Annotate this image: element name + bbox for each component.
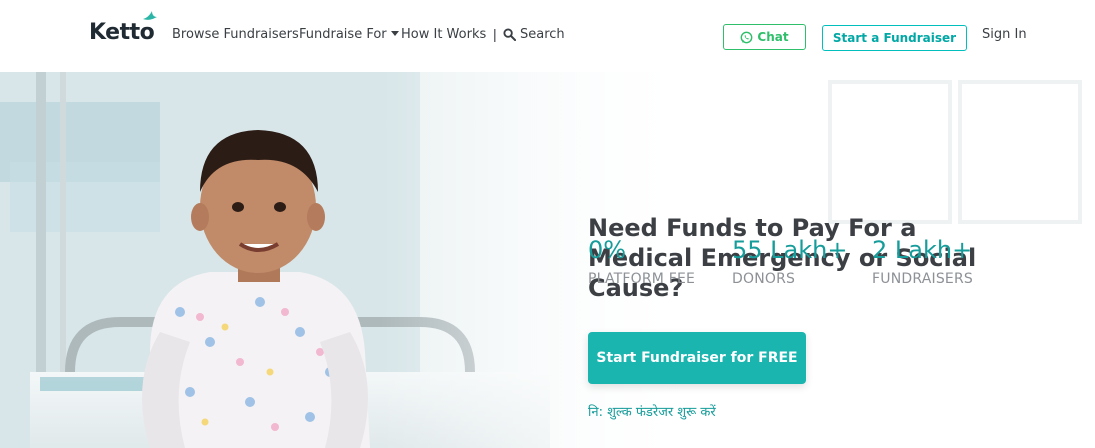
start-fundraiser-free-button[interactable]: Start Fundraiser for FREE xyxy=(588,332,806,384)
stat-value: 2 Lakh+ xyxy=(872,236,973,264)
nav-how-it-works[interactable]: How It Works xyxy=(401,27,486,42)
chat-label: Chat xyxy=(757,30,789,44)
search-label: Search xyxy=(520,27,565,42)
ketto-bird-icon xyxy=(143,11,157,20)
site-header: Ketto Browse Fundraisers Fundraise For H… xyxy=(0,0,1095,72)
whatsapp-icon xyxy=(741,31,753,43)
stat-donors: 55 Lakh+ DONORS xyxy=(732,236,847,287)
sign-in-link[interactable]: Sign In xyxy=(982,27,1027,42)
chat-button[interactable]: Chat xyxy=(723,24,806,50)
stat-value: 55 Lakh+ xyxy=(732,236,848,264)
caret-down-icon xyxy=(390,31,399,36)
stat-value: 0% xyxy=(588,236,627,264)
search-link[interactable]: Search xyxy=(503,27,565,42)
nav-fundraise-for-label: Fundraise For xyxy=(299,27,387,42)
stat-label: DONORS xyxy=(732,271,796,287)
nav-browse-fundraisers[interactable]: Browse Fundraisers xyxy=(172,27,299,42)
hindi-start-free-link[interactable]: नि: शुल्क फंडरेजर शुरू करें xyxy=(588,402,716,420)
stat-label: PLATFORM FEE xyxy=(588,271,696,287)
start-fundraiser-button[interactable]: Start a Fundraiser xyxy=(822,25,967,51)
nav-fundraise-for[interactable]: Fundraise For xyxy=(299,27,399,42)
stat-label: FUNDRAISERS xyxy=(872,271,973,287)
stat-fundraisers: 2 Lakh+ FUNDRAISERS xyxy=(872,236,973,287)
search-icon xyxy=(503,28,516,41)
nav-separator: | xyxy=(493,26,497,42)
stat-platform-fee: 0% PLATFORM FEE xyxy=(588,236,695,287)
